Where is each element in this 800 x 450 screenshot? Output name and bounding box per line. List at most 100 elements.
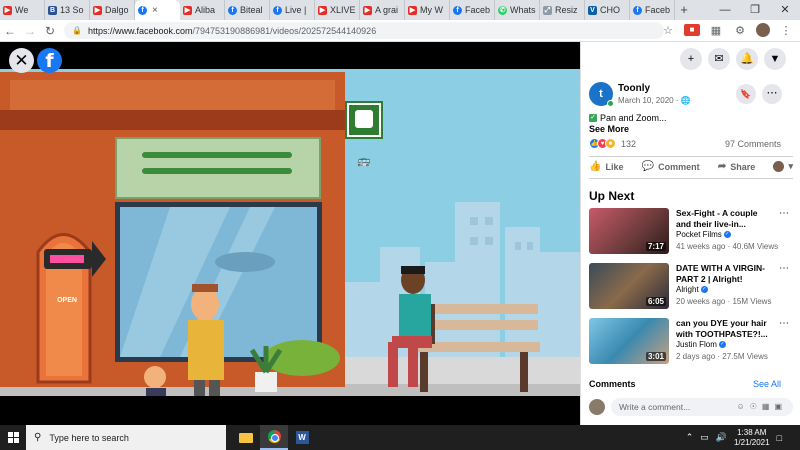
forward-arrow-icon[interactable]: → — [20, 20, 40, 42]
up-next-item[interactable]: 3:01 can you DYE your hair with TOOTHPAS… — [589, 318, 789, 364]
messenger-icon[interactable]: ✉ — [708, 48, 730, 70]
browser-tab[interactable]: ▶ Aliba — [180, 0, 225, 20]
youtube-icon: ▶ — [3, 5, 12, 15]
online-dot — [607, 100, 614, 107]
more-options-icon[interactable]: ⋯ — [762, 84, 782, 104]
kebab-menu-icon[interactable]: ⋮ — [778, 24, 794, 37]
tab-title: Whats — [510, 5, 536, 15]
video-thumbnail[interactable]: 7:17 — [589, 208, 669, 254]
like-button[interactable]: 👍 Like — [589, 161, 623, 172]
comment-icon: 💬 — [641, 161, 655, 172]
browser-tab[interactable]: B 13 So — [45, 0, 90, 20]
new-tab-icon[interactable]: + — [675, 0, 693, 20]
caret-down-icon: ▾ — [788, 161, 793, 171]
screen: ▶ We B 13 So ▶ Dalgo f × ▶ Aliba f Biteal f Live | ▶ XL… — [0, 0, 800, 450]
minimize-icon[interactable]: — — [710, 0, 740, 20]
channel-name[interactable]: Pocket Films ✓ — [676, 230, 731, 239]
comment-button[interactable]: 💬 Comment — [642, 161, 700, 172]
reactions-summary[interactable]: 👍 ♥ ☻ 132 — [589, 138, 636, 149]
video-title[interactable]: Sex-Fight - A couple and their live-in..… — [676, 208, 771, 230]
page-name[interactable]: Toonly — [618, 83, 650, 94]
gif-icon[interactable]: ▦ — [762, 402, 775, 411]
browser-tab[interactable]: f Live | — [270, 0, 315, 20]
browser-tab[interactable]: ▶ A grai — [360, 0, 405, 20]
browser-tab[interactable]: f Faceb — [630, 0, 675, 20]
chrome-logo-icon — [267, 430, 281, 443]
browser-tab[interactable]: ▶ My W — [405, 0, 450, 20]
youtube-icon: ▶ — [93, 5, 102, 15]
profile-avatar[interactable] — [756, 23, 770, 37]
start-button[interactable] — [0, 425, 26, 450]
browser-tab[interactable]: ⤢ Resiz — [540, 0, 585, 20]
network-icon[interactable]: ▭ — [700, 432, 709, 443]
plus-icon[interactable]: + — [680, 48, 702, 70]
save-icon[interactable]: 🔖 — [736, 84, 756, 104]
comment-input-icons[interactable]: ☺☉▦▣ — [737, 398, 787, 416]
taskbar-search-box[interactable]: ⚲ Type here to search — [26, 425, 226, 450]
youtube-icon: ▶ — [363, 5, 372, 15]
duration-badge: 3:01 — [645, 352, 666, 361]
address-bar[interactable]: 🔒 https://www.facebook.com/7947531908869… — [64, 22, 664, 39]
up-next-item[interactable]: 6:05 DATE WITH A VIRGIN- PART 2 | Alrigh… — [589, 263, 789, 309]
video-title[interactable]: can you DYE your hair with TOOTHPASTE?!.… — [676, 318, 771, 340]
volume-icon[interactable]: 🔊 — [716, 432, 727, 443]
windows-logo-icon — [7, 432, 19, 443]
close-tab-icon[interactable]: × — [152, 5, 158, 16]
browser-tab[interactable]: f Faceb — [450, 0, 495, 20]
facebook-icon: f — [633, 5, 642, 15]
more-options-icon[interactable]: ⋯ — [779, 263, 789, 274]
browser-tab[interactable]: ▶ We — [0, 0, 45, 20]
up-next-item[interactable]: 7:17 Sex-Fight - A couple and their live… — [589, 208, 789, 254]
browser-tab[interactable]: ▶ Dalgo — [90, 0, 135, 20]
reload-icon[interactable]: ↻ — [40, 20, 60, 42]
file-explorer-icon[interactable] — [232, 425, 260, 450]
reaction-count: 132 — [621, 138, 637, 149]
see-all-link[interactable]: See All — [753, 379, 781, 389]
browser-tab[interactable]: f Biteal — [225, 0, 270, 20]
notification-center-icon[interactable]: □ — [777, 433, 782, 443]
word-icon[interactable]: W — [288, 425, 316, 450]
extension-icon[interactable]: ■ — [684, 24, 700, 36]
video-thumbnail[interactable]: 6:05 — [589, 263, 669, 309]
more-options-icon[interactable]: ⋯ — [779, 318, 789, 329]
maximize-icon[interactable]: ❐ — [740, 0, 770, 20]
facebook-logo-icon[interactable]: f — [37, 48, 62, 73]
sticker-icon[interactable]: ▣ — [774, 402, 787, 411]
close-icon[interactable]: ✕ — [9, 48, 34, 73]
browser-tab[interactable]: V CHO — [585, 0, 630, 20]
video-meta: 20 weeks ago · 15M Views — [676, 297, 772, 306]
browser-tab[interactable]: f × — [135, 0, 180, 20]
chrome-icon[interactable] — [260, 425, 288, 450]
more-options-icon[interactable]: ⋯ — [779, 208, 789, 219]
emoji-icon[interactable]: ☺ — [737, 402, 750, 411]
see-more-link[interactable]: See More — [589, 124, 629, 134]
puzzle-icon[interactable]: ▦ — [708, 24, 724, 37]
notifications-bell-icon[interactable]: 🔔 — [736, 48, 758, 70]
extensions-icon[interactable]: ⚙ — [732, 24, 748, 37]
share-button[interactable]: ➦ Share — [718, 161, 755, 172]
video-thumbnail[interactable]: 3:01 — [589, 318, 669, 364]
channel-name[interactable]: Justin Flom ✓ — [676, 340, 726, 349]
taskbar-apps: W — [232, 425, 316, 450]
comment-input[interactable]: Write a comment... ☺☉▦▣ — [611, 398, 793, 416]
clock[interactable]: 1:38 AM 1/21/2021 — [734, 428, 770, 448]
channel-label: Pocket Films — [676, 230, 722, 239]
post-date[interactable]: March 10, 2020 · 🌐 — [618, 96, 691, 105]
page-avatar[interactable]: t — [589, 82, 614, 107]
browser-tab[interactable]: ▶ XLIVE — [315, 0, 360, 20]
open-sign: OPEN — [57, 297, 77, 304]
close-window-icon[interactable]: ✕ — [770, 0, 800, 20]
video-title[interactable]: DATE WITH A VIRGIN- PART 2 | Alright! — [676, 263, 771, 285]
comment-count[interactable]: 97 Comments — [725, 139, 781, 149]
back-arrow-icon[interactable]: ← — [0, 20, 20, 42]
channel-name[interactable]: Alright ✓ — [676, 285, 708, 294]
browser-tab[interactable]: ✆ Whats — [495, 0, 540, 20]
verified-badge-icon: ✓ — [700, 286, 708, 293]
tab-title: Aliba — [195, 5, 216, 15]
star-icon[interactable]: ☆ — [660, 24, 676, 37]
chevron-up-icon[interactable]: ⌃ — [686, 432, 694, 443]
camera-icon[interactable]: ☉ — [750, 402, 762, 411]
react-as-selector[interactable]: ▾ — [773, 161, 793, 172]
chevron-down-icon[interactable]: ▼ — [764, 48, 786, 70]
video-player[interactable]: OPEN 🚌 ✕ f — [0, 42, 580, 425]
